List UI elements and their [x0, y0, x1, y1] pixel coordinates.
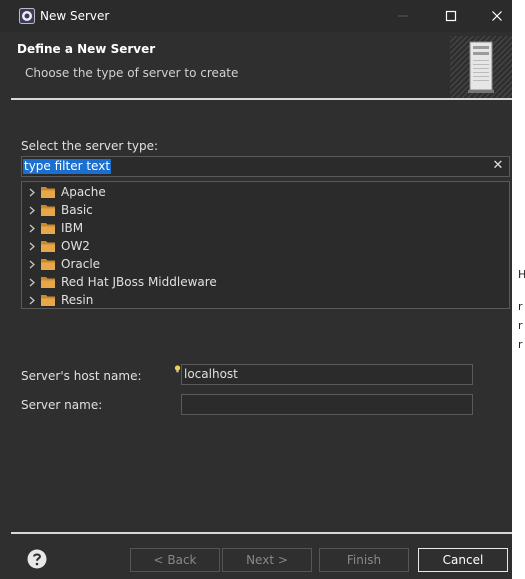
close-icon [492, 11, 502, 21]
background-text-fragment: r [518, 300, 523, 313]
chevron-right-icon[interactable] [28, 206, 36, 215]
footer-separator [11, 532, 512, 534]
banner-title: Define a New Server [17, 42, 156, 56]
dialog-left-edge [0, 32, 11, 532]
tree-item-label: IBM [61, 221, 84, 235]
host-name-value[interactable]: localhost [184, 367, 238, 381]
minimize-icon [398, 15, 408, 17]
folder-icon [41, 259, 55, 270]
chevron-right-icon[interactable] [28, 260, 36, 269]
window-title: New Server [40, 9, 110, 23]
background-text-fragment: r [518, 338, 523, 351]
maximize-button[interactable] [428, 0, 474, 32]
filter-text-value[interactable]: type filter text [23, 159, 112, 174]
minimize-button[interactable] [380, 0, 426, 32]
tree-item-label: OW2 [61, 239, 90, 253]
chevron-right-icon[interactable] [28, 224, 36, 233]
wizard-banner: Define a New Server Choose the type of s… [11, 36, 512, 100]
finish-button[interactable]: Finish [319, 548, 409, 572]
help-icon[interactable] [27, 549, 47, 569]
tree-item-label: Basic [61, 203, 93, 217]
tree-item-label: Apache [61, 185, 106, 199]
tree-item-ow2[interactable]: OW2 [22, 237, 509, 255]
server-tower-icon [450, 36, 512, 98]
background-text-fragment: r [518, 319, 523, 332]
tree-item-label: Red Hat JBoss Middleware [61, 275, 217, 289]
clear-filter-icon[interactable]: ✕ [491, 158, 505, 174]
background-text-fragment: H [518, 268, 525, 281]
tree-item-apache[interactable]: Apache [22, 183, 509, 201]
folder-icon [41, 241, 55, 252]
new-server-dialog: New Server Define a New Server Choose th… [0, 0, 512, 579]
title-bar[interactable]: New Server [0, 0, 512, 32]
content-assist-bulb-icon [174, 365, 181, 373]
banner-subtitle: Choose the type of server to create [25, 66, 239, 80]
folder-icon [41, 277, 55, 288]
tree-item-resin[interactable]: Resin [22, 291, 509, 308]
folder-icon [41, 187, 55, 198]
back-button[interactable]: < Back [130, 548, 220, 572]
tree-item-label: Resin [61, 293, 94, 307]
server-type-tree[interactable]: Apache Basic IBM OW2 Oracle Red Hat JBos… [21, 181, 510, 309]
maximize-icon [445, 10, 457, 22]
chevron-right-icon[interactable] [28, 188, 36, 197]
server-type-filter-input[interactable]: type filter text ✕ [21, 156, 510, 177]
chevron-right-icon[interactable] [28, 296, 36, 305]
next-button[interactable]: Next > [222, 548, 312, 572]
server-name-input[interactable] [181, 394, 473, 415]
tree-item-oracle[interactable]: Oracle [22, 255, 509, 273]
server-type-label: Select the server type: [21, 139, 158, 153]
close-button[interactable] [474, 0, 520, 32]
chevron-right-icon[interactable] [28, 278, 36, 287]
tree-item-label: Oracle [61, 257, 101, 271]
cancel-button[interactable]: Cancel [418, 548, 508, 572]
tree-item-basic[interactable]: Basic [22, 201, 509, 219]
chevron-right-icon[interactable] [28, 242, 36, 251]
folder-icon [41, 205, 55, 216]
tree-item-red-hat-jboss[interactable]: Red Hat JBoss Middleware [22, 273, 509, 291]
folder-icon [41, 295, 55, 306]
tree-item-ibm[interactable]: IBM [22, 219, 509, 237]
eclipse-app-icon [19, 8, 35, 24]
folder-icon [41, 223, 55, 234]
server-name-label: Server name: [21, 398, 103, 412]
host-name-label: Server's host name: [21, 369, 142, 383]
host-name-input[interactable]: localhost [181, 364, 473, 385]
